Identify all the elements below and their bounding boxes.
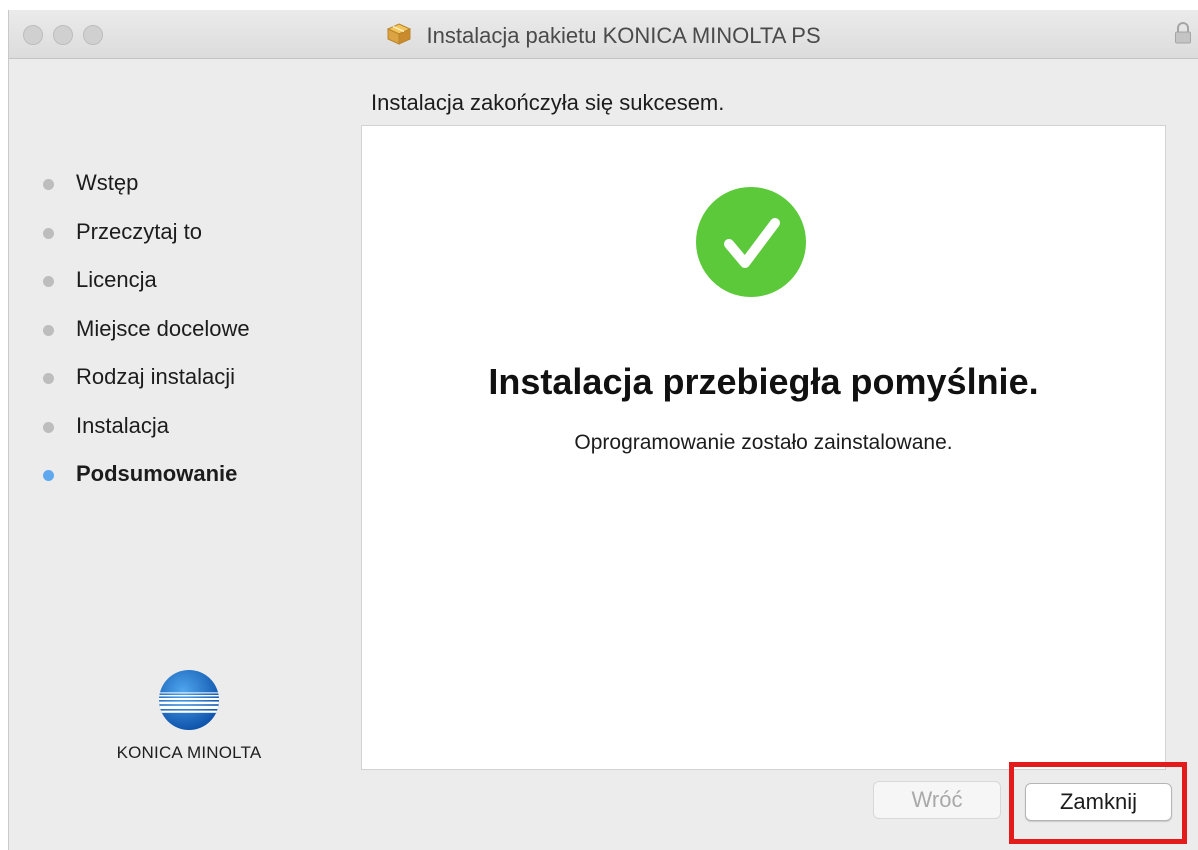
konica-minolta-logo: KONICA MINOLTA (89, 668, 289, 763)
step-dot-icon (43, 179, 54, 190)
step-dot-icon (43, 276, 54, 287)
step-item-destination: Miejsce docelowe (43, 316, 250, 365)
step-dot-icon (43, 421, 54, 433)
page-title: Instalacja zakończyła się sukcesem. (371, 90, 725, 115)
step-label: Rodzaj instalacji (76, 364, 235, 389)
package-icon (386, 22, 412, 52)
step-item-license: Licencja (43, 267, 250, 316)
success-title: Instalacja przebiegła pomyślnie. (488, 361, 1039, 402)
step-item-installation: Instalacja (43, 413, 250, 462)
checkmark-circle-icon (696, 187, 806, 302)
window-title: Instalacja pakietu KONICA MINOLTA PS (426, 23, 821, 48)
step-item-intro: Wstęp (43, 170, 250, 219)
step-dot-icon (43, 227, 54, 239)
window-title-group: Instalacja pakietu KONICA MINOLTA PS (9, 22, 1198, 52)
content-panel: Instalacja przebiegła pomyślnie. Oprogra… (361, 125, 1166, 770)
step-label: Miejsce docelowe (76, 315, 250, 341)
step-label: Przeczytaj to (76, 218, 202, 244)
title-bar[interactable]: Instalacja pakietu KONICA MINOLTA PS (9, 10, 1198, 59)
current-step-dot-icon (43, 470, 54, 481)
step-dot-icon (43, 324, 54, 336)
step-item-readme: Przeczytaj to (43, 219, 250, 268)
step-label: Licencja (76, 267, 157, 292)
steps-list: Wstęp Przeczytaj to Licencja Miejsce doc… (43, 170, 250, 510)
step-dot-icon (43, 373, 54, 384)
step-item-summary: Podsumowanie (43, 461, 250, 510)
steps-sidebar: Wstęp Przeczytaj to Licencja Miejsce doc… (9, 58, 359, 850)
back-button[interactable]: Wróć (873, 781, 1001, 819)
konica-minolta-globe-icon (159, 670, 219, 730)
logo-text: KONICA MINOLTA (116, 743, 262, 762)
lock-icon (1174, 22, 1192, 49)
step-label: Wstęp (76, 170, 139, 195)
step-label: Podsumowanie (76, 461, 238, 486)
step-item-installation-type: Rodzaj instalacji (43, 364, 250, 413)
installer-window: Instalacja pakietu KONICA MINOLTA PS Wst… (8, 10, 1198, 850)
close-button[interactable]: Zamknij (1025, 783, 1172, 821)
success-subtitle: Oprogramowanie zostało zainstalowane. (574, 431, 953, 454)
step-label: Instalacja (76, 412, 169, 438)
